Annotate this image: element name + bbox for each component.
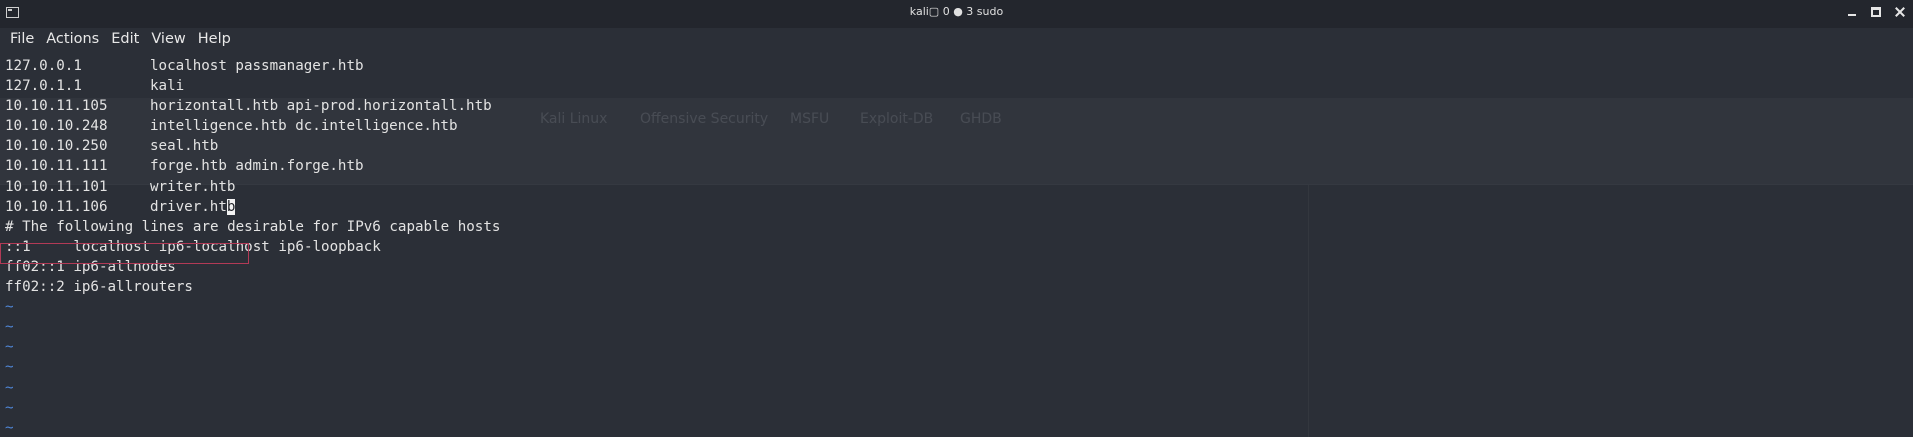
hosts-line: 10.10.11.105 horizontall.htb api-prod.hor… <box>5 96 500 116</box>
hosts-line: 10.10.11.101 writer.htb <box>5 177 500 197</box>
text-cursor: b <box>226 198 236 215</box>
hosts-line: 10.10.10.248 intelligence.htb dc.intellig… <box>5 116 500 136</box>
ip-address: 10.10.11.106 <box>5 198 108 215</box>
background-bookmark: Kali Linux <box>540 111 608 127</box>
terminal-window: kali▢ 0 ● 3 sudo File Actions Edit View … <box>0 0 1913 437</box>
ip-address: 10.10.10.250 <box>5 138 108 155</box>
host-names: localhost passmanager.htb <box>150 58 364 74</box>
host-names: writer.htb <box>150 178 236 195</box>
empty-line-marker: ~ <box>5 339 14 356</box>
menu-edit[interactable]: Edit <box>105 28 145 51</box>
hosts-line: 10.10.10.250 seal.htb <box>5 136 500 156</box>
file-content: 127.0.0.1 localhost passmanager.htb 127.0… <box>5 56 500 437</box>
title-bar[interactable]: kali▢ 0 ● 3 sudo <box>0 0 1913 28</box>
empty-line-marker: ~ <box>5 319 14 336</box>
empty-line-marker: ~ <box>5 379 14 396</box>
host-names: intelligence.htb dc.intelligence.htb <box>150 118 458 135</box>
ip-address: 10.10.10.248 <box>5 118 108 135</box>
menu-file[interactable]: File <box>4 28 40 51</box>
empty-line-marker: ~ <box>5 359 14 376</box>
background-bookmark: Exploit-DB <box>860 111 934 127</box>
window-controls <box>1845 5 1907 19</box>
close-icon[interactable] <box>1893 5 1907 19</box>
ipv6-line: ff02::2 ip6-allrouters <box>5 279 193 296</box>
background-divider <box>1308 185 1309 437</box>
background-bookmark: GHDB <box>960 111 1002 127</box>
ip-address: 127.0.0.1 <box>5 58 82 74</box>
menu-help[interactable]: Help <box>192 28 237 51</box>
menu-actions[interactable]: Actions <box>40 28 105 51</box>
hosts-line: 10.10.11.111 forge.htb admin.forge.htb <box>5 156 500 176</box>
background-bookmark: Offensive Security <box>640 111 769 127</box>
ip-address: 10.10.11.111 <box>5 158 108 175</box>
ip-address: 10.10.11.101 <box>5 178 108 195</box>
menu-view[interactable]: View <box>145 28 191 51</box>
ipv6-line: ff02::1 ip6-allnodes <box>5 258 176 275</box>
ip-address: 10.10.11.105 <box>5 98 108 115</box>
hosts-line: 127.0.0.1 localhost passmanager.htb <box>5 56 500 76</box>
host-names: forge.htb admin.forge.htb <box>150 158 364 175</box>
window-title: kali▢ 0 ● 3 sudo <box>909 5 1004 18</box>
minimize-icon[interactable] <box>1845 5 1859 19</box>
host-names: kali <box>150 78 185 95</box>
ip-address: 127.0.1.1 <box>5 78 82 95</box>
empty-line-marker: ~ <box>5 419 14 436</box>
comment-line: # The following lines are desirable for … <box>5 218 501 235</box>
empty-line-marker: ~ <box>5 399 14 416</box>
background-bookmark: MSFU <box>790 111 830 127</box>
ipv6-line: ::1 localhost ip6-localhost ip6-loopback <box>5 238 381 255</box>
maximize-icon[interactable] <box>1869 5 1883 19</box>
empty-line-marker: ~ <box>5 299 14 316</box>
current-hosts-line[interactable]: 10.10.11.106 driver.htb <box>5 197 500 217</box>
terminal-area[interactable]: Kali Linux Offensive Security MSFU Explo… <box>0 51 1913 437</box>
host-names: driver.ht <box>150 198 227 215</box>
menu-bar: File Actions Edit View Help <box>0 28 1913 51</box>
hosts-line: 127.0.1.1 kali <box>5 76 500 96</box>
host-names: seal.htb <box>150 138 219 155</box>
host-names: horizontall.htb api-prod.horizontall.htb <box>150 98 492 115</box>
